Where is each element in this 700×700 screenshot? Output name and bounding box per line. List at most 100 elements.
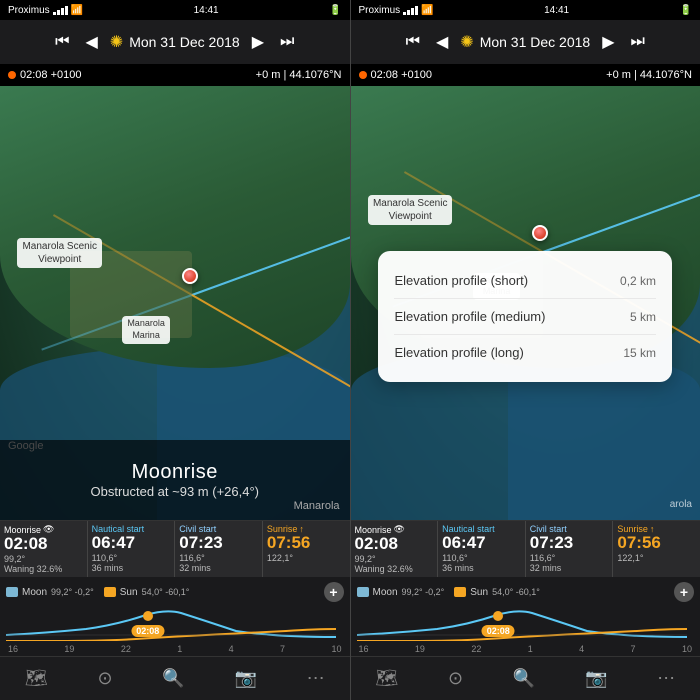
plus-button-left[interactable]: + (324, 582, 344, 602)
elev-row-3[interactable]: Elevation profile (long) 15 km (394, 335, 656, 370)
elev-value-3: 15 km (623, 346, 656, 360)
tl-22-right: 22 (471, 644, 481, 654)
status-bar-left: Proximus 📶 14:41 🔋 (0, 0, 350, 20)
moon-swatch-left (6, 587, 18, 597)
battery-icon-left: 🔋 (329, 5, 341, 16)
wifi-icon-right: 📶 (421, 5, 433, 16)
info-bar-left: 02:08 +0100 +0 m | 44.1076°N (0, 64, 350, 86)
nav-more-icon-left: ⋯ (307, 668, 325, 689)
info-bar-right: 02:08 +0100 +0 m | 44.1076°N (351, 64, 700, 86)
nav-map-icon-right: 🗺 (375, 668, 398, 689)
info-dot-left (8, 71, 16, 79)
elevation-popup[interactable]: Elevation profile (short) 0,2 km Elevati… (378, 251, 672, 382)
sun-swatch-right (454, 587, 466, 597)
sun-icon-left: ✺ (110, 32, 123, 52)
tl-7-left: 7 (280, 644, 285, 654)
toolbar-date-right: ✺ Mon 31 Dec 2018 (460, 32, 590, 52)
toolbar-date-left: ✺ Mon 31 Dec 2018 (110, 32, 240, 52)
moon-swatch-right (357, 587, 369, 597)
sun-label-left: Sun (120, 587, 138, 598)
nav-more-right[interactable]: ⋯ (657, 668, 675, 689)
date-label-left: Mon 31 Dec 2018 (129, 34, 240, 50)
col2-time-right: 06:47 (442, 534, 521, 553)
moon-az-right: 99,2° (402, 587, 423, 597)
status-right-right: 🔋 (680, 5, 692, 16)
bar1r (403, 12, 406, 15)
chart-dot-left (143, 611, 153, 621)
col3-left: Civil start 07:23 116,6° 32 mins (175, 521, 263, 577)
next-button-right[interactable]: ▶ (598, 30, 618, 54)
skip-back-button-left[interactable]: ⏮ (51, 31, 73, 53)
tl-1-left: 1 (177, 644, 182, 654)
chart-legend-left: Moon 99,2° -0,2° Sun 54,0° -60,1° + (6, 582, 344, 602)
nav-search-left[interactable]: 🔍 (162, 668, 184, 689)
bar2 (57, 10, 60, 15)
col4-time-left: 07:56 (267, 534, 346, 553)
skip-fwd-button-left[interactable]: ⏭ (276, 31, 298, 53)
tl-4-left: 4 (229, 644, 234, 654)
col3-sub2-left: 32 mins (179, 563, 258, 573)
nav-more-left[interactable]: ⋯ (307, 668, 325, 689)
location-label-left: Manarola Scenic Viewpoint (17, 238, 101, 268)
tl-1-right: 1 (528, 644, 533, 654)
chart-svg-el-left (6, 605, 336, 641)
elev-row-1[interactable]: Elevation profile (short) 0,2 km (394, 263, 656, 299)
col1-sub2-right: Waning 32.6% (355, 564, 434, 574)
col4-sub1-right: 122,1° (617, 553, 696, 563)
sun-el-left: -60,1° (165, 587, 189, 597)
overlay-sub-left: Obstructed at ~93 m (+26,4°) (90, 484, 259, 499)
col1-sub1-left: 99,2° (4, 554, 83, 564)
time-right: 14:41 (544, 5, 569, 16)
tl-19-right: 19 (415, 644, 425, 654)
col3-right: Civil start 07:23 116,6° 32 mins (526, 521, 614, 577)
nav-compass-icon-left: ⊙ (97, 668, 112, 689)
date-label-right: Mon 31 Dec 2018 (480, 34, 591, 50)
moon-el-left: -0,2° (75, 587, 94, 597)
skip-fwd-button-right[interactable]: ⏭ (627, 31, 649, 53)
moon-path-right (357, 611, 687, 637)
status-left-right: Proximus 📶 (359, 5, 434, 16)
chart-area-left: Moon 99,2° -0,2° Sun 54,0° -60,1° + (0, 577, 350, 656)
sun-values-left: 54,0° -60,1° (142, 587, 190, 597)
chart-dot-right (493, 611, 503, 621)
next-button-left[interactable]: ▶ (248, 30, 268, 54)
chart-svg-right: 16 19 22 1 4 7 10 02:08 (357, 605, 695, 651)
prev-button-left[interactable]: ◀ (81, 30, 101, 54)
skip-back-button-right[interactable]: ⏮ (402, 31, 424, 53)
elev-row-2[interactable]: Elevation profile (medium) 5 km (394, 299, 656, 335)
nav-compass-icon-right: ⊙ (448, 668, 463, 689)
tl-16-left: 16 (8, 644, 18, 654)
plus-button-right[interactable]: + (674, 582, 694, 602)
chart-svg-el-right (357, 605, 687, 641)
location-pin-left (182, 268, 198, 284)
nav-search-right[interactable]: 🔍 (513, 668, 535, 689)
time-marker-left: 02:08 (131, 625, 164, 637)
status-bar-right: Proximus 📶 14:41 🔋 (351, 0, 700, 20)
bottom-nav-left: 🗺 ⊙ 🔍 📷 ⋯ (0, 656, 350, 700)
map-left[interactable]: Manarola Scenic Viewpoint Manarola Marin… (0, 86, 350, 520)
tl-7-right: 7 (631, 644, 636, 654)
elev-value-1: 0,2 km (620, 274, 656, 288)
elev-val-left: +0 m (256, 69, 281, 81)
sun-swatch-left (104, 587, 116, 597)
carrier-right: Proximus (359, 5, 401, 16)
elevation-label-left: +0 m | 44.1076°N (256, 69, 342, 81)
elev-value-2: 5 km (630, 310, 656, 324)
nav-compass-left[interactable]: ⊙ (97, 668, 112, 689)
sun-label-right: Sun (470, 587, 488, 598)
nav-more-icon-right: ⋯ (657, 668, 675, 689)
moon-label-left: Moon (22, 587, 47, 598)
col3-time-left: 07:23 (179, 534, 258, 553)
coord-val-left: 44.1076°N (289, 69, 341, 81)
status-right-left: 🔋 (329, 5, 341, 16)
nav-map-left[interactable]: 🗺 (25, 668, 48, 689)
time-marker-right: 02:08 (482, 625, 515, 637)
map-right[interactable]: Manarola Scenic Viewpoint Manarola Marin… (351, 86, 700, 520)
nav-camera-right[interactable]: 📷 (585, 668, 607, 689)
signal-bars-right (403, 6, 418, 15)
time-offset-left: 02:08 +0100 (20, 69, 81, 81)
prev-button-right[interactable]: ◀ (432, 30, 452, 54)
nav-map-right[interactable]: 🗺 (375, 668, 398, 689)
nav-compass-right[interactable]: ⊙ (448, 668, 463, 689)
nav-camera-left[interactable]: 📷 (234, 668, 256, 689)
